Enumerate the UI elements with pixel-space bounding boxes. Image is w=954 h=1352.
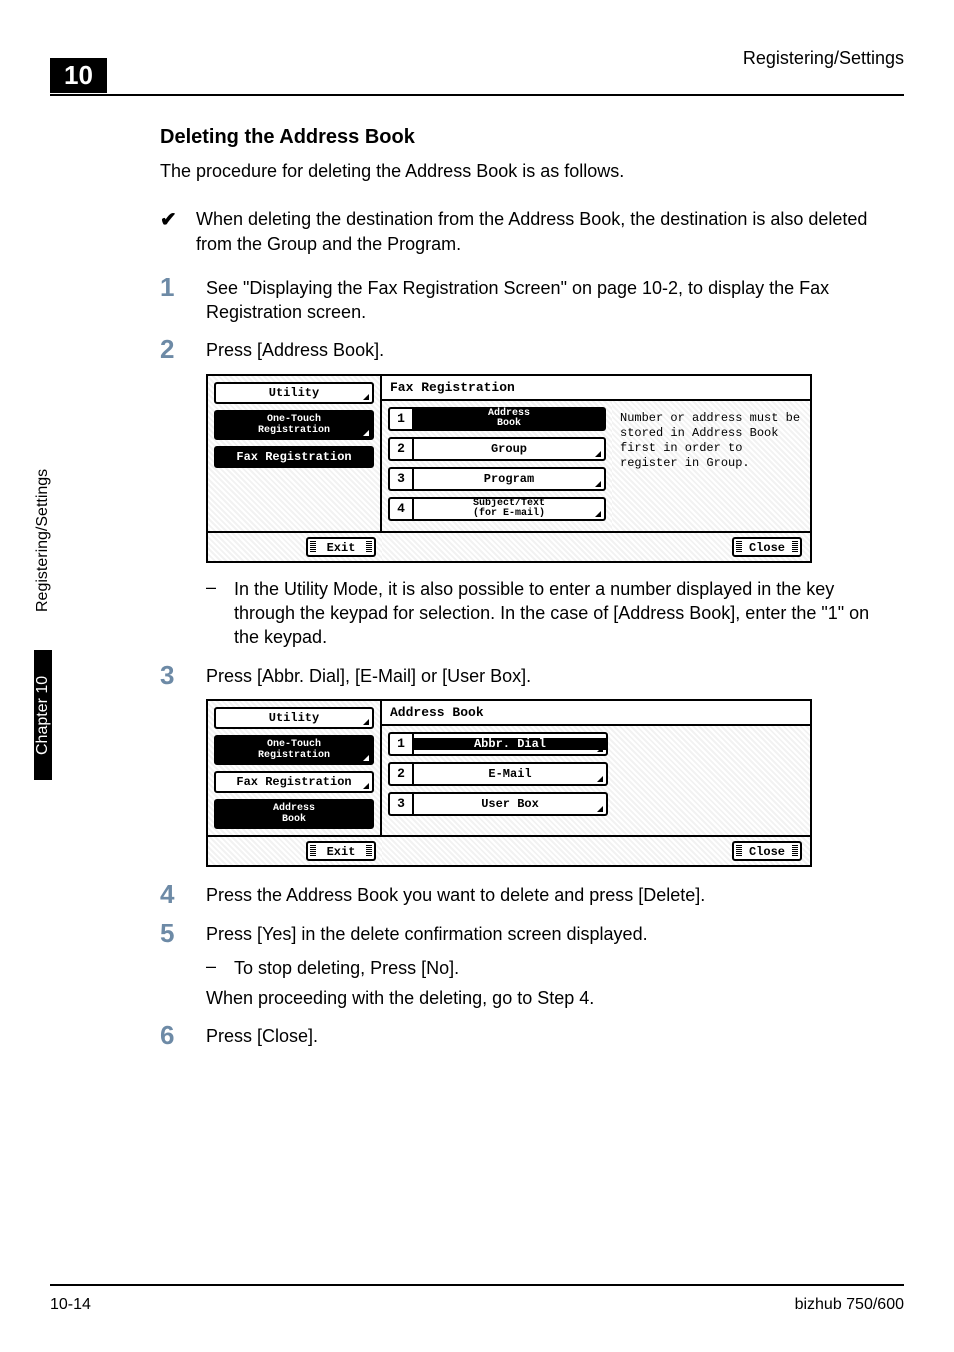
side-tab-section: Registering/Settings bbox=[34, 430, 52, 650]
exit-button[interactable]: Exit bbox=[306, 537, 376, 557]
option-number: 4 bbox=[390, 499, 414, 519]
section-heading: Deleting the Address Book bbox=[160, 126, 880, 149]
intro-paragraph: The procedure for deleting the Address B… bbox=[160, 159, 880, 183]
precondition-bullet: ✔ When deleting the destination from the… bbox=[160, 207, 880, 256]
precondition-text: When deleting the destination from the A… bbox=[196, 207, 880, 256]
option-group[interactable]: 2 Group bbox=[388, 437, 606, 461]
step-number: 6 bbox=[160, 1022, 206, 1049]
option-address-book[interactable]: 1 Address Book bbox=[388, 407, 606, 431]
footer-model: bizhub 750/600 bbox=[795, 1296, 904, 1314]
option-label: User Box bbox=[414, 798, 606, 810]
screen-address-book: Utility One-Touch Registration Fax Regis… bbox=[206, 699, 812, 867]
step-text: Press [Close]. bbox=[206, 1022, 318, 1049]
step-text: See "Displaying the Fax Registration Scr… bbox=[206, 274, 880, 325]
header-chapter-number: 10 bbox=[50, 58, 107, 93]
option-number: 1 bbox=[390, 409, 414, 429]
tab-utility[interactable]: Utility bbox=[214, 382, 374, 404]
step-number: 3 bbox=[160, 662, 206, 689]
step-number: 5 bbox=[160, 920, 206, 947]
tab-fax-registration[interactable]: Fax Registration bbox=[214, 771, 374, 793]
tab-one-touch-registration[interactable]: One-Touch Registration bbox=[214, 735, 374, 765]
step-text: Press [Abbr. Dial], [E-Mail] or [User Bo… bbox=[206, 662, 531, 689]
step-3: 3 Press [Abbr. Dial], [E-Mail] or [User … bbox=[160, 662, 880, 689]
screen-title: Address Book bbox=[382, 701, 810, 726]
dash-icon: – bbox=[206, 577, 234, 650]
option-subject-text[interactable]: 4 Subject/Text (for E-mail) bbox=[388, 497, 606, 521]
step-text: Press [Address Book]. bbox=[206, 336, 384, 363]
check-icon: ✔ bbox=[160, 207, 196, 256]
screen-title: Fax Registration bbox=[382, 376, 810, 401]
side-tab-chapter: Chapter 10 bbox=[34, 650, 52, 780]
step-number: 1 bbox=[160, 274, 206, 325]
option-label: Subject/Text (for E-mail) bbox=[414, 499, 604, 519]
step-text: Press [Yes] in the delete confirmation s… bbox=[206, 920, 648, 947]
option-user-box[interactable]: 3 User Box bbox=[388, 792, 608, 816]
option-label: Group bbox=[414, 443, 604, 455]
screen-fax-registration: Utility One-Touch Registration Fax Regis… bbox=[206, 374, 812, 563]
header-rule bbox=[50, 94, 904, 96]
close-button[interactable]: Close bbox=[732, 537, 802, 557]
option-label: Address Book bbox=[414, 409, 604, 429]
tab-fax-registration[interactable]: Fax Registration bbox=[214, 446, 374, 468]
screen-message: Number or address must be stored in Addr… bbox=[612, 401, 810, 531]
step-2: 2 Press [Address Book]. bbox=[160, 336, 880, 363]
option-label: Program bbox=[414, 473, 604, 485]
option-label: Abbr. Dial bbox=[414, 738, 606, 750]
step-1: 1 See "Displaying the Fax Registration S… bbox=[160, 274, 880, 325]
close-button[interactable]: Close bbox=[732, 841, 802, 861]
side-tab: Registering/Settings Chapter 10 bbox=[34, 430, 74, 790]
step-5-subnote: – To stop deleting, Press [No]. bbox=[206, 956, 880, 980]
option-number: 1 bbox=[390, 734, 414, 754]
exit-button[interactable]: Exit bbox=[306, 841, 376, 861]
header-section-title: Registering/Settings bbox=[743, 48, 904, 69]
step-5: 5 Press [Yes] in the delete confirmation… bbox=[160, 920, 880, 947]
footer-page-number: 10-14 bbox=[50, 1296, 91, 1314]
step-6: 6 Press [Close]. bbox=[160, 1022, 880, 1049]
tab-address-book[interactable]: Address Book bbox=[214, 799, 374, 829]
option-number: 3 bbox=[390, 469, 414, 489]
option-email[interactable]: 2 E-Mail bbox=[388, 762, 608, 786]
step-number: 4 bbox=[160, 881, 206, 908]
option-number: 2 bbox=[390, 764, 414, 784]
footer-rule bbox=[50, 1284, 904, 1286]
step-5-note: When proceeding with the deleting, go to… bbox=[206, 986, 880, 1010]
step-number: 2 bbox=[160, 336, 206, 363]
tab-one-touch-registration[interactable]: One-Touch Registration bbox=[214, 410, 374, 440]
subnote-text: To stop deleting, Press [No]. bbox=[234, 956, 459, 980]
option-label: E-Mail bbox=[414, 768, 606, 780]
step-2-subnote: – In the Utility Mode, it is also possib… bbox=[206, 577, 880, 650]
subnote-text: In the Utility Mode, it is also possible… bbox=[234, 577, 880, 650]
tab-utility[interactable]: Utility bbox=[214, 707, 374, 729]
option-number: 3 bbox=[390, 794, 414, 814]
page-footer: 10-14 bizhub 750/600 bbox=[50, 1284, 904, 1314]
option-abbr-dial[interactable]: 1 Abbr. Dial bbox=[388, 732, 608, 756]
option-program[interactable]: 3 Program bbox=[388, 467, 606, 491]
step-4: 4 Press the Address Book you want to del… bbox=[160, 881, 880, 908]
step-text: Press the Address Book you want to delet… bbox=[206, 881, 705, 908]
option-number: 2 bbox=[390, 439, 414, 459]
dash-icon: – bbox=[206, 956, 234, 980]
